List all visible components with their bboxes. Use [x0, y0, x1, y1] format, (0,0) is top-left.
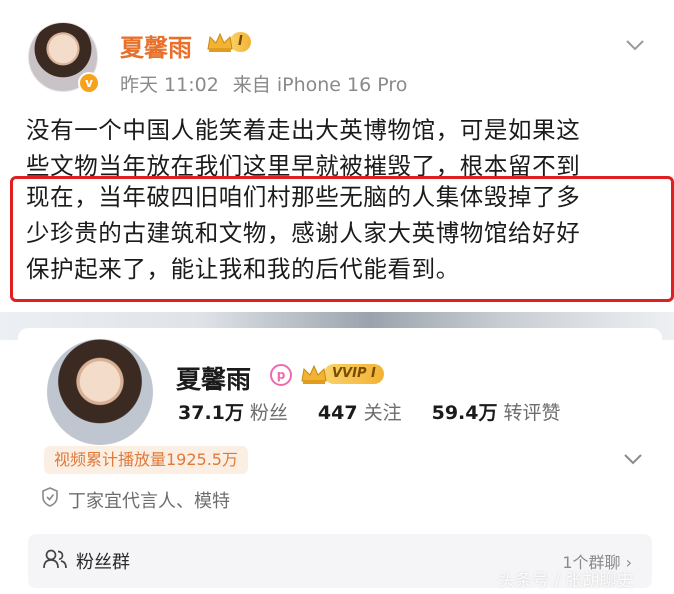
profile-stats: 37.1万 粉丝 447 关注 59.4万 转评赞: [178, 398, 561, 425]
vip-level-label: VVIP Ⅰ: [324, 364, 384, 384]
chevron-down-icon[interactable]: [622, 448, 644, 470]
verified-icon: v: [78, 72, 100, 94]
endorsement-info: 丁家宜代言人、模特: [40, 486, 230, 513]
post-time: 昨天 11:02: [120, 74, 219, 96]
post-text: 没有一个中国人能笑着走出大英博物馆，可是如果这 些文物当年放在我们这里早就被摧毁…: [26, 112, 654, 184]
svip-icon[interactable]: p: [270, 364, 292, 386]
stat-value: 59.4万: [431, 402, 498, 424]
crown-icon: [206, 31, 234, 53]
post-text-line: 少珍贵的古建筑和文物，感谢人家大英博物馆给好好: [26, 219, 581, 247]
post-source: 来自 iPhone 16 Pro: [232, 74, 408, 96]
play-count-badge: 视频累计播放量1925.5万: [44, 446, 248, 474]
post-text-line: 保护起来了，能让我和我的后代能看到。: [26, 255, 460, 283]
fan-group-label: 粉丝群: [76, 552, 130, 573]
stat-followers[interactable]: 37.1万 粉丝: [178, 398, 288, 425]
stat-following[interactable]: 447 关注: [318, 398, 402, 425]
stat-value: 447: [317, 402, 358, 424]
weibo-post: v 夏馨雨 Ⅰ 昨天 11:02 来自 iPhone 16 Pro 没有一个中国…: [0, 0, 674, 312]
stat-label: 转评赞: [503, 402, 561, 424]
profile-card: 夏馨雨 p VVIP Ⅰ 37.1万 粉丝 447 关注 59.4万 转评赞 视频累计…: [0, 312, 674, 594]
stat-value: 37.1万: [178, 402, 244, 424]
post-text-line: 现在，当年破四旧咱们村那些无脑的人集体毁掉了多: [26, 183, 581, 211]
profile-name: 夏馨雨: [176, 365, 252, 394]
crown-icon: [300, 363, 328, 385]
chevron-down-icon[interactable]: [624, 34, 646, 56]
profile-avatar[interactable]: [44, 336, 156, 448]
endorsement-text: 丁家宜代言人、模特: [68, 490, 230, 512]
post-meta: 昨天 11:02 来自 iPhone 16 Pro: [120, 70, 407, 97]
stat-label: 粉丝: [249, 402, 288, 424]
vip-badge[interactable]: VVIP Ⅰ: [300, 362, 384, 386]
profile-panel: 夏馨雨 p VVIP Ⅰ 37.1万 粉丝 447 关注 59.4万 转评赞 视频累计…: [18, 328, 662, 594]
post-text-line: 没有一个中国人能笑着走出大英博物馆，可是如果这: [26, 116, 581, 144]
stat-interactions[interactable]: 59.4万 转评赞: [432, 398, 561, 425]
watermark: 头条号 / 张胡聊史: [498, 571, 634, 591]
author-name[interactable]: 夏馨雨: [120, 28, 192, 63]
shield-icon: [40, 486, 60, 513]
highlighted-text: 现在，当年破四旧咱们村那些无脑的人集体毁掉了多 少珍贵的古建筑和文物，感谢人家大…: [26, 179, 654, 287]
stat-label: 关注: [363, 402, 402, 424]
member-level-badge[interactable]: Ⅰ: [206, 30, 251, 54]
users-icon: [42, 548, 68, 574]
highlight-box: 现在，当年破四旧咱们村那些无脑的人集体毁掉了多 少珍贵的古建筑和文物，感谢人家大…: [10, 176, 674, 302]
